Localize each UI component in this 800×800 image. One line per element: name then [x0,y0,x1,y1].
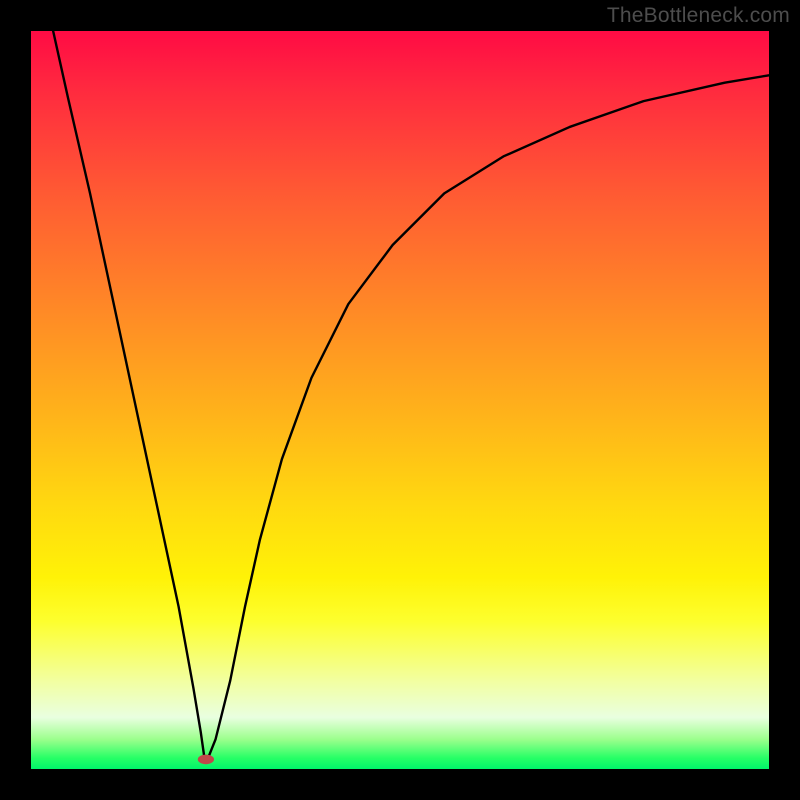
curve-minimum-marker [198,755,214,765]
plot-area [31,31,769,769]
watermark-text: TheBottleneck.com [607,4,790,28]
chart-frame: TheBottleneck.com [0,0,800,800]
chart-curve [53,31,769,758]
chart-svg [31,31,769,769]
